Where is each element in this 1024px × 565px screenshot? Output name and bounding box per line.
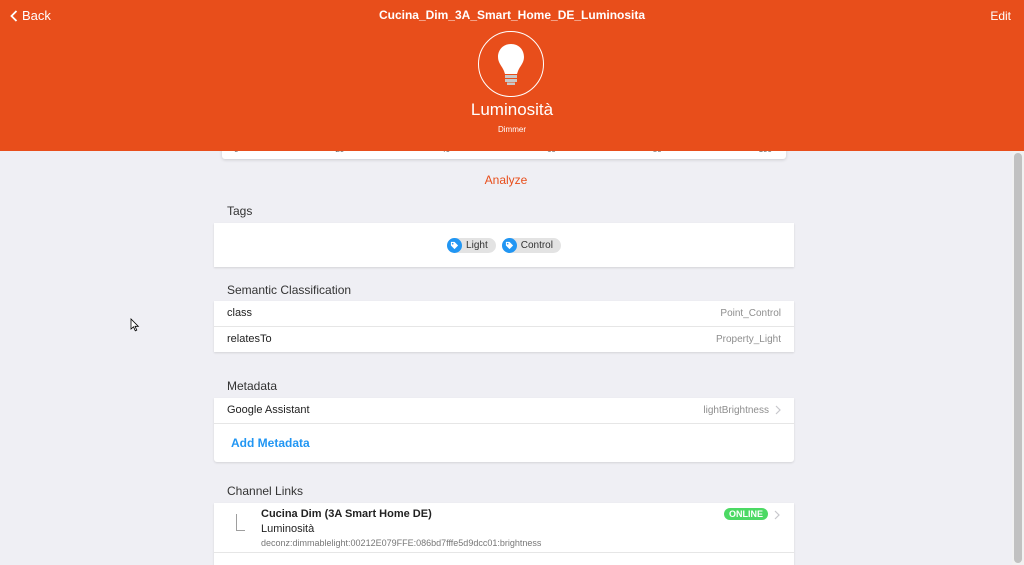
header-bar: Back Cucina_Dim_3A_Smart_Home_DE_Luminos… [0, 0, 1024, 151]
channel-links-card: Cucina Dim (3A Smart Home DE) Luminosità… [214, 503, 794, 565]
channel-link-item[interactable]: Cucina Dim (3A Smart Home DE) Luminosità… [214, 503, 794, 553]
mouse-cursor-icon [130, 318, 140, 332]
tag-label: Control [520, 239, 553, 251]
item-type: Dimmer [498, 125, 526, 134]
tag-icon [501, 237, 517, 253]
tag-label: Light [466, 239, 488, 251]
metadata-key: Google Assistant [227, 404, 310, 417]
channel-link-title: Cucina Dim (3A Smart Home DE) [261, 508, 432, 520]
analyze-link[interactable]: Analyze [0, 173, 1012, 187]
tag-chip-control[interactable]: Control [501, 237, 561, 253]
semantic-card: class Point_Control relatesTo Property_L… [214, 301, 794, 352]
tags-section-title: Tags [227, 204, 253, 218]
semantic-row-class: class Point_Control [214, 301, 794, 327]
lightbulb-icon [498, 44, 524, 85]
semantic-section-title: Semantic Classification [227, 283, 352, 297]
channel-link-uid: deconz:dimmablelight:00212E079FFE:086bd7… [261, 538, 542, 548]
channel-links-section-title: Channel Links [227, 484, 304, 498]
tree-connector-icon [236, 514, 245, 531]
status-badge: ONLINE [723, 508, 768, 520]
channel-link-subtitle: Luminosità [261, 523, 315, 535]
tag-chip-light[interactable]: Light [447, 237, 496, 253]
item-label: Luminosità [470, 100, 554, 119]
semantic-key: class [227, 307, 253, 320]
tag-icon [447, 237, 463, 253]
item-icon-frame [478, 31, 544, 97]
semantic-value: Point_Control [720, 307, 781, 319]
metadata-value: lightBrightness [703, 404, 769, 416]
semantic-value: Property_Light [715, 333, 781, 345]
scrollbar[interactable] [1012, 151, 1024, 565]
metadata-section-title: Metadata [227, 379, 278, 393]
semantic-row-relatesto: relatesTo Property_Light [214, 327, 794, 353]
chevron-right-icon [775, 405, 781, 415]
edit-button[interactable]: Edit [990, 9, 1011, 23]
metadata-card: Google Assistant lightBrightness Add Met… [214, 398, 794, 462]
chevron-right-icon [774, 510, 780, 520]
add-metadata-button[interactable]: Add Metadata [214, 424, 794, 462]
tags-card: Light Control [214, 223, 794, 267]
metadata-row-google-assistant[interactable]: Google Assistant lightBrightness [214, 398, 794, 424]
semantic-key: relatesTo [227, 333, 272, 346]
page-title: Cucina_Dim_3A_Smart_Home_DE_Luminosita [378, 8, 646, 22]
scrollbar-thumb[interactable] [1014, 153, 1022, 563]
